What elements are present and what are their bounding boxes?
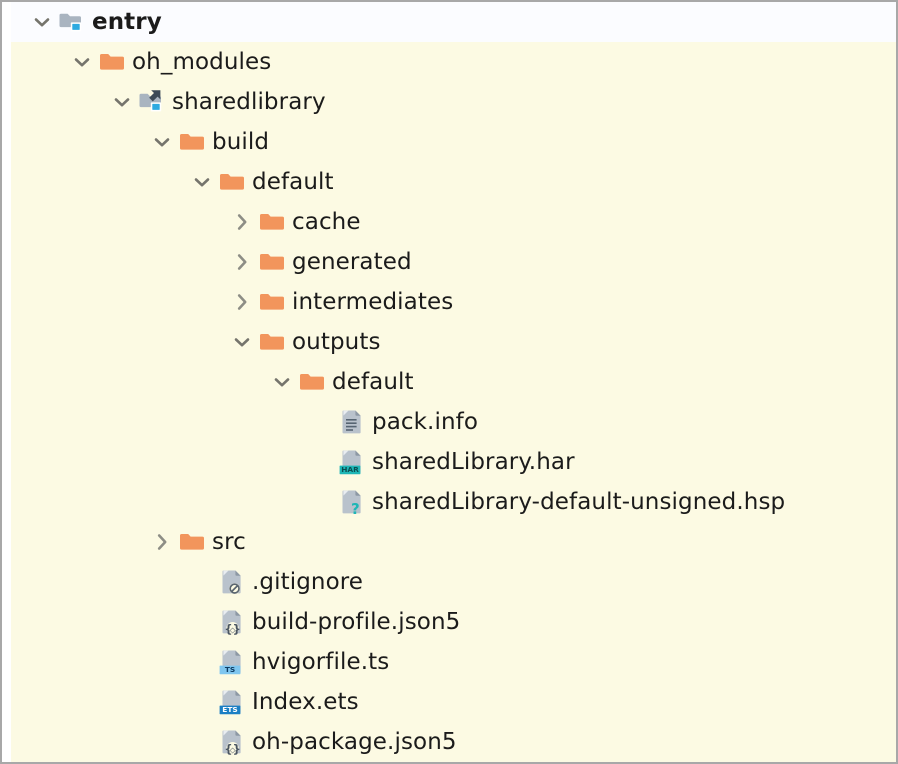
svg-text:◇: ◇	[230, 626, 236, 635]
json-file-icon: {} ◇	[217, 727, 247, 757]
folder-icon	[257, 327, 287, 357]
tree-row-outputs-default[interactable]: default	[11, 362, 896, 402]
tree-row-oh_modules[interactable]: oh_modules	[11, 42, 896, 82]
tree-row-intermediates[interactable]: intermediates	[11, 282, 896, 322]
gitignore-file-icon	[217, 567, 247, 597]
module-folder-icon	[57, 7, 87, 37]
folder-icon	[297, 367, 327, 397]
chevron-down-icon[interactable]	[29, 9, 55, 35]
tree-row-label: sharedlibrary	[172, 88, 326, 115]
tree-row-label: cache	[292, 208, 361, 235]
ets-file-icon: ETS	[217, 687, 247, 717]
file-tree-screenshot: entry oh_modules sharedlibrary build default…	[0, 0, 898, 764]
tree-row-sharedlibrary[interactable]: sharedlibrary	[11, 82, 896, 122]
tree-row-label: outputs	[292, 328, 381, 355]
tree-row-label: entry	[92, 8, 162, 35]
unknown-file-icon: ?	[337, 487, 367, 517]
chevron-right-icon[interactable]	[229, 209, 255, 235]
tree-row-gitignore[interactable]: .gitignore	[11, 562, 896, 602]
tree-row-label: default	[252, 168, 334, 195]
text-file-icon	[337, 407, 367, 437]
tree-row-build[interactable]: build	[11, 122, 896, 162]
tree-row-src[interactable]: src	[11, 522, 896, 562]
tree-row-cache[interactable]: cache	[11, 202, 896, 242]
tree-row-sharedlibrary-hsp[interactable]: ? sharedLibrary-default-unsigned.hsp	[11, 482, 896, 522]
tree-row-generated[interactable]: generated	[11, 242, 896, 282]
svg-text:TS: TS	[225, 665, 235, 674]
json-file-icon: {} ◇	[217, 607, 247, 637]
chevron-down-icon[interactable]	[109, 89, 135, 115]
tree-row-label: sharedLibrary.har	[372, 448, 575, 475]
folder-icon	[177, 527, 207, 557]
folder-icon	[217, 167, 247, 197]
symlink-module-folder-icon	[137, 87, 167, 117]
left-gutter	[2, 2, 11, 762]
svg-text:?: ?	[351, 500, 360, 516]
chevron-down-icon[interactable]	[229, 329, 255, 355]
tree-row-label: build	[212, 128, 270, 155]
tree-row-outputs[interactable]: outputs	[11, 322, 896, 362]
tree-row-sharedlibrary-har[interactable]: HAR sharedLibrary.har	[11, 442, 896, 482]
svg-text:ETS: ETS	[222, 705, 237, 714]
tree-row-pack-info[interactable]: pack.info	[11, 402, 896, 442]
tree-row-label: oh_modules	[132, 48, 272, 75]
ts-file-icon: TS	[217, 647, 247, 677]
tree-row-oh-package-json5[interactable]: {} ◇ oh-package.json5	[11, 722, 896, 762]
project-file-tree[interactable]: entry oh_modules sharedlibrary build default…	[11, 2, 896, 762]
folder-icon	[257, 287, 287, 317]
tree-row-label: intermediates	[292, 288, 454, 315]
tree-row-label: .gitignore	[252, 568, 364, 595]
har-file-icon: HAR	[337, 447, 367, 477]
tree-row-hvigorfile-ts[interactable]: TS hvigorfile.ts	[11, 642, 896, 682]
chevron-down-icon[interactable]	[69, 49, 95, 75]
tree-row-label: hvigorfile.ts	[252, 648, 390, 675]
tree-row-label: generated	[292, 248, 412, 275]
folder-icon	[257, 247, 287, 277]
tree-row-label: pack.info	[372, 408, 479, 435]
chevron-down-icon[interactable]	[189, 169, 215, 195]
tree-row-label: default	[332, 368, 414, 395]
chevron-right-icon[interactable]	[229, 289, 255, 315]
folder-icon	[257, 207, 287, 237]
tree-row-label: oh-package.json5	[252, 728, 457, 755]
tree-row-index-ets[interactable]: ETS Index.ets	[11, 682, 896, 722]
tree-row-label: sharedLibrary-default-unsigned.hsp	[372, 488, 786, 515]
tree-row-build-profile-json5[interactable]: {} ◇ build-profile.json5	[11, 602, 896, 642]
chevron-down-icon[interactable]	[269, 369, 295, 395]
tree-row-label: Index.ets	[252, 688, 359, 715]
tree-row-label: build-profile.json5	[252, 608, 461, 635]
chevron-right-icon[interactable]	[149, 529, 175, 555]
tree-row-label: src	[212, 528, 246, 555]
tree-row-entry[interactable]: entry	[11, 2, 896, 42]
folder-icon	[177, 127, 207, 157]
svg-text:HAR: HAR	[341, 465, 359, 474]
chevron-down-icon[interactable]	[149, 129, 175, 155]
folder-icon	[97, 47, 127, 77]
chevron-right-icon[interactable]	[229, 249, 255, 275]
tree-row-build-default[interactable]: default	[11, 162, 896, 202]
svg-text:◇: ◇	[230, 746, 236, 755]
